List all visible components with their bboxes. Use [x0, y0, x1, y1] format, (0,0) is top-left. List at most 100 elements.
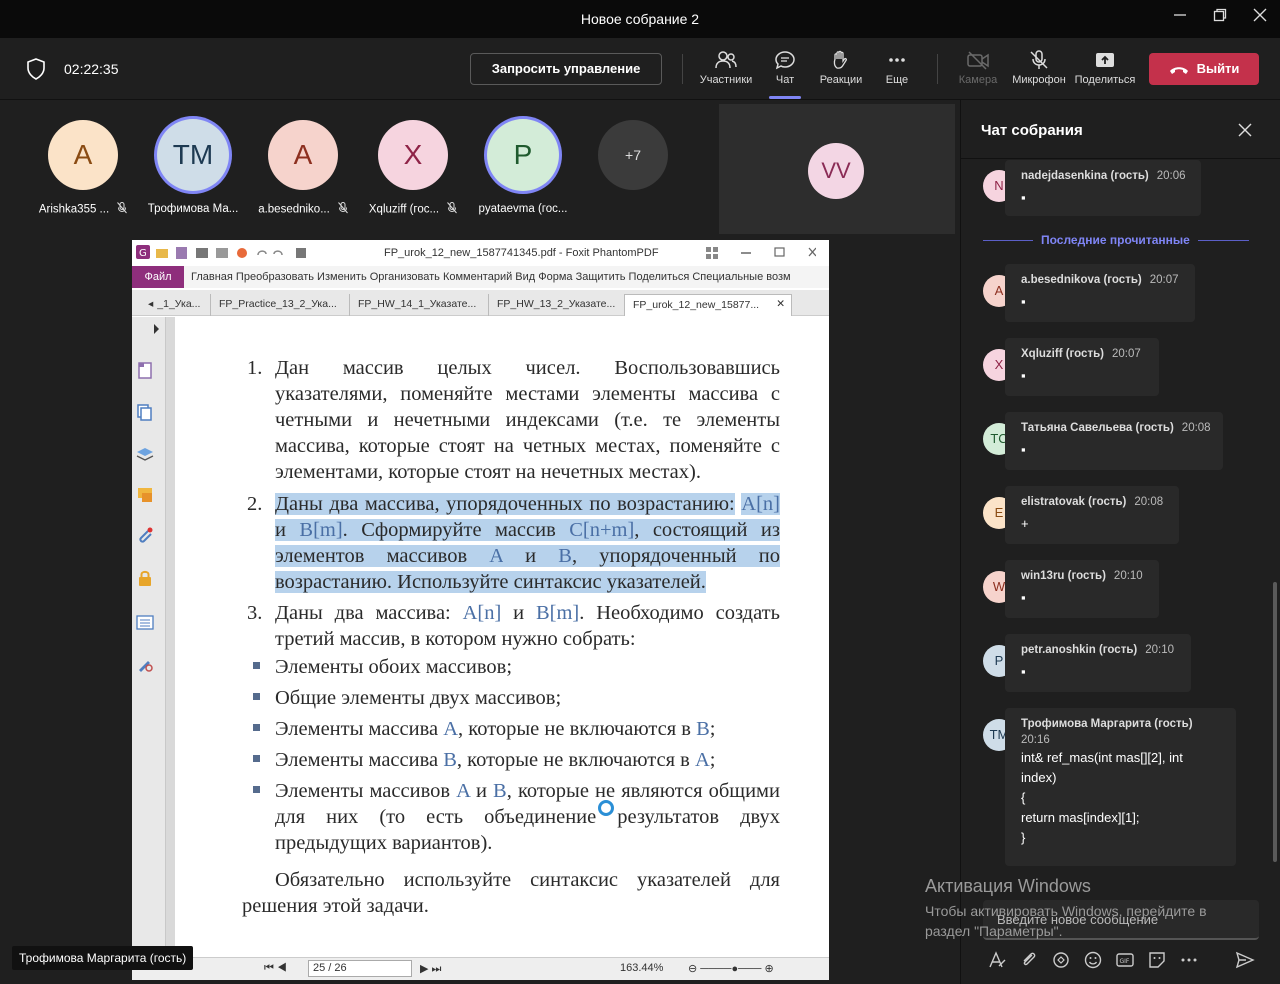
pdf-page: 1. Дан массив целых чисел. Воспользовавш… — [175, 317, 829, 957]
message-bubble: a.besednikova (гость) 20:07 ▪ — [1005, 264, 1195, 322]
camera-label: Камера — [958, 74, 998, 86]
page-nav-icons[interactable]: ▶ ⏭ — [420, 962, 441, 976]
participant-name: Arishka355 ... — [38, 203, 110, 216]
compose-toolbar: GIF — [987, 950, 1267, 974]
pdf-status-bar: ⏮ ◀ 25 / 26 ▶ ⏭ 163.44% ⊖ ────●─── ⊕ — [132, 957, 829, 980]
pdf-window-title: FP_urok_12_new_1587741345.pdf - Foxit Ph… — [384, 247, 659, 259]
participant-tile[interactable]: A Arishka355 ... — [28, 120, 138, 217]
message-time: 20:07 — [1149, 274, 1179, 286]
chat-label: Чат — [775, 74, 795, 86]
sticker-icon[interactable] — [1147, 950, 1167, 970]
page-nav-icons[interactable]: ⏮ ◀ — [264, 962, 287, 975]
request-control-button[interactable]: Запросить управление — [470, 53, 662, 85]
mic-off-icon — [1030, 50, 1048, 69]
more-participants-button[interactable]: +7 — [598, 120, 668, 190]
participant-name: Xqluziff (гос... — [368, 203, 440, 216]
camera-button[interactable]: Камера — [945, 50, 1011, 86]
message-author: nadejdasenkina (гость) — [1021, 170, 1149, 182]
message-author: Xqluziff (гость) — [1021, 348, 1104, 360]
form-fields-icon[interactable] — [136, 613, 154, 631]
close-icon — [1238, 123, 1252, 137]
bullet-marker — [253, 724, 260, 731]
page-thumbnails-icon[interactable] — [136, 361, 154, 379]
file-menu[interactable]: Файл — [132, 266, 184, 288]
close-window-button[interactable] — [1248, 8, 1272, 30]
gif-icon[interactable]: GIF — [1115, 950, 1135, 970]
message-bubble: win13ru (гость) 20:10 ▪ — [1005, 560, 1159, 618]
loop-icon[interactable] — [1051, 950, 1071, 970]
minimize-icon — [1174, 14, 1186, 16]
chat-scrollbar[interactable] — [1273, 582, 1277, 862]
video-tile[interactable]: VV — [719, 104, 955, 234]
message-text: ▪ — [1021, 294, 1026, 309]
comments-icon[interactable] — [136, 486, 154, 504]
attach-icon[interactable] — [1019, 950, 1039, 970]
message-text: ▪ — [1021, 664, 1026, 679]
message-time: 20:08 — [1181, 422, 1211, 434]
minimize-button[interactable] — [1168, 8, 1192, 30]
presenter-name-tag: Трофимова Маргарита (гость) — [12, 946, 194, 970]
message-time: 20:06 — [1156, 170, 1186, 182]
pdf-tab[interactable]: ◂ _1_Ука... — [140, 294, 208, 316]
participants-button[interactable]: Участники — [693, 50, 759, 86]
watermark-title: Активация Windows — [925, 876, 1091, 896]
layers-icon[interactable] — [136, 445, 154, 463]
more-button[interactable]: Еще — [864, 50, 930, 86]
meeting-timer: 02:22:35 — [64, 61, 119, 77]
restore-icon — [1213, 8, 1227, 22]
share-screen-icon — [1096, 53, 1114, 67]
message-text: int& ref_mas(int mas[][2], int index) { … — [1021, 750, 1183, 845]
leave-button[interactable]: Выйти — [1149, 53, 1259, 85]
more-options-icon[interactable] — [1179, 950, 1199, 970]
avatar: P — [487, 119, 559, 191]
toolbar-divider — [937, 54, 938, 84]
more-icon — [889, 58, 905, 62]
pdf-navigation-panel — [132, 317, 166, 957]
close-chat-button[interactable] — [1233, 118, 1257, 142]
pdf-menu-bar: Файл Главная Преобразовать Изменить Орга… — [132, 266, 829, 288]
ribbon-menu-items[interactable]: Главная Преобразовать Изменить Организов… — [191, 271, 791, 283]
share-button[interactable]: Поделиться — [1072, 50, 1138, 86]
people-icon — [715, 51, 737, 69]
participant-tile[interactable]: X Xqluziff (гос... — [358, 120, 468, 217]
participant-tile[interactable]: P pyataevma (гос... — [468, 119, 578, 215]
message-text: ▪ — [1021, 590, 1026, 605]
attachments-icon[interactable] — [136, 527, 154, 545]
pages-icon[interactable] — [136, 403, 154, 421]
expand-arrow-icon[interactable] — [148, 320, 166, 338]
microphone-button[interactable]: Микрофон — [1006, 50, 1072, 86]
participant-tile[interactable]: A a.besedniko... — [248, 120, 358, 217]
final-note: Обязательно используйте синтаксис указат… — [242, 869, 780, 917]
bullet-marker — [253, 786, 260, 793]
question-number: 3. — [247, 602, 263, 624]
chat-panel: Чат собрания N nadejdasenkina (гость) 20:… — [960, 100, 1280, 984]
reactions-label: Реакции — [819, 74, 863, 86]
pdf-tab-active[interactable]: FP_urok_12_new_15877... ✕ — [624, 294, 792, 316]
pdf-tab[interactable]: FP_Practice_13_2_Ука... — [210, 294, 345, 316]
quick-access-icons[interactable] — [156, 246, 326, 260]
send-icon[interactable] — [1235, 950, 1255, 970]
chat-title: Чат собрания — [981, 122, 1083, 139]
pdf-tab[interactable]: FP_HW_14_1_Указате... — [349, 294, 484, 316]
pdf-tab[interactable]: FP_HW_13_2_Указате... — [488, 294, 623, 316]
list-item: Общие элементы двух массивов; — [275, 687, 562, 709]
page-number-field[interactable]: 25 / 26 — [308, 960, 412, 977]
question-number: 1. — [247, 357, 263, 379]
pdf-title-bar: G FP_urok_12_new_1587741345.pdf - Foxit … — [132, 240, 829, 266]
pdf-window-controls[interactable] — [706, 246, 816, 260]
svg-text:G: G — [139, 248, 147, 259]
signature-icon[interactable] — [136, 655, 154, 673]
zoom-slider[interactable]: ⊖ ────●─── ⊕ — [688, 962, 774, 975]
svg-text:GIF: GIF — [1120, 958, 1130, 965]
zoom-level[interactable]: 163.44% — [620, 962, 663, 974]
emoji-icon[interactable] — [1083, 950, 1103, 970]
watermark-text: Чтобы активировать Windows, перейдите в … — [925, 903, 1207, 939]
list-item: Элементы массива A, которые не включаютс… — [275, 718, 716, 740]
security-lock-icon[interactable] — [136, 569, 154, 587]
maximize-button[interactable] — [1208, 8, 1232, 30]
avatar: VV — [808, 143, 864, 199]
close-tab-icon[interactable]: ✕ — [776, 298, 785, 310]
format-text-icon[interactable] — [987, 950, 1007, 970]
participant-tile[interactable]: TM Трофимова Ма... — [138, 119, 248, 215]
avatar: TM — [157, 119, 229, 191]
